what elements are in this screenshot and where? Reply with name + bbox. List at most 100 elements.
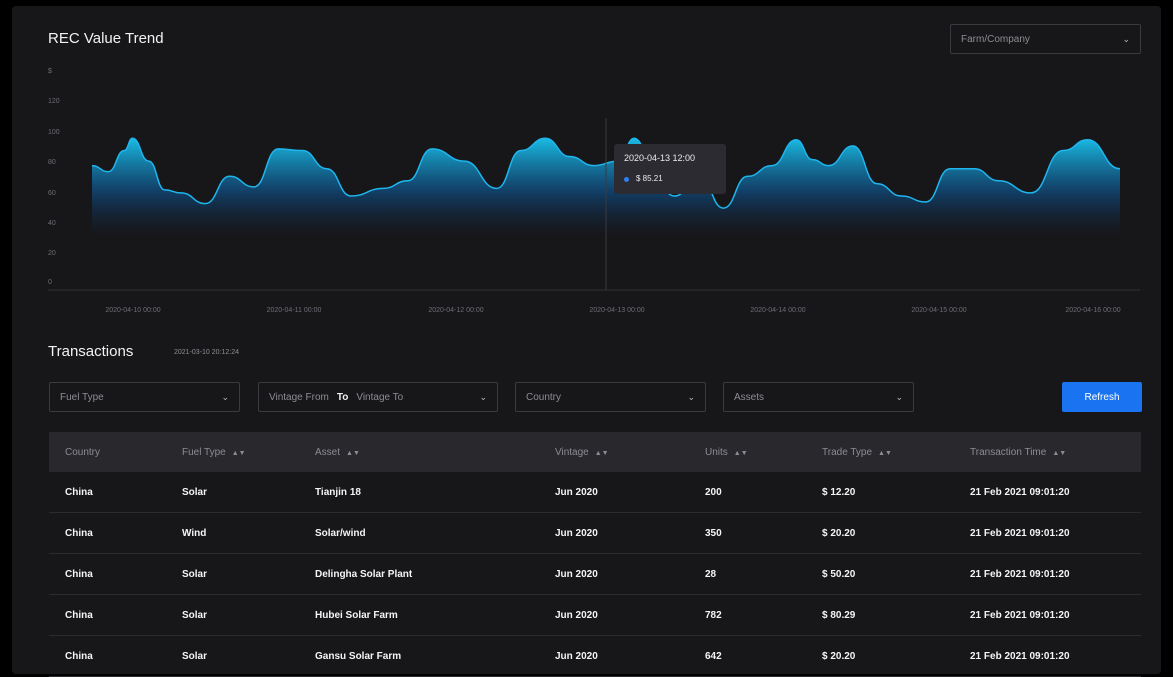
table-cell: $ 20.20: [822, 527, 856, 539]
table-row[interactable]: China Solar Hubei Solar Farm Jun 2020 782 $ 8…: [49, 595, 1141, 636]
table-header: Country Fuel Type ▲▼ Asset ▲▼ Vintage ▲▼ Un…: [49, 432, 1141, 472]
table-cell: 21 Feb 2021 09:01:20: [970, 527, 1070, 539]
column-header-vintage[interactable]: Vintage ▲▼: [555, 447, 705, 458]
assets-select-value: Assets: [734, 391, 765, 403]
x-tick-label: 2020-04-15 00:00: [911, 307, 966, 314]
table-body: China Solar Tianjin 18 Jun 2020 200 $ 12.20 21…: [49, 472, 1141, 677]
table-cell: China: [65, 486, 93, 498]
x-tick-label: 2020-04-12 00:00: [428, 307, 483, 314]
y-tick-label: 20: [48, 250, 56, 257]
table-cell: Jun 2020: [555, 486, 598, 498]
vintage-to-label: To: [336, 391, 349, 403]
column-header-country[interactable]: Country: [49, 447, 182, 458]
table-cell: China: [65, 609, 93, 621]
table-row[interactable]: China Solar Tianjin 18 Jun 2020 200 $ 12.20 21…: [49, 472, 1141, 513]
column-header-label: Fuel Type: [182, 446, 226, 458]
table-cell: Jun 2020: [555, 609, 598, 621]
column-header-label: Units: [705, 446, 728, 458]
table-cell: Jun 2020: [555, 650, 598, 662]
table-cell: $ 50.20: [822, 568, 856, 580]
x-tick-label: 2020-04-14 00:00: [750, 307, 805, 314]
table-cell: Hubei Solar Farm: [315, 609, 398, 621]
chevron-down-icon: ⌄: [687, 391, 695, 402]
x-tick-label: 2020-04-11 00:00: [267, 307, 322, 314]
transactions-title: Transactions: [48, 343, 134, 360]
table-cell: 21 Feb 2021 09:01:20: [970, 486, 1070, 498]
y-tick-label: 80: [48, 159, 56, 166]
table-cell: $ 20.20: [822, 650, 856, 662]
vintage-range-select[interactable]: Vintage From To Vintage To ⌄: [258, 382, 498, 412]
chart-tooltip: 2020-04-13 12:00 $ 85.21: [614, 144, 726, 194]
vintage-from-select[interactable]: Vintage From: [269, 392, 329, 403]
table-cell: China: [65, 650, 93, 662]
transactions-table: Country Fuel Type ▲▼ Asset ▲▼ Vintage ▲▼ Un…: [49, 432, 1141, 677]
table-cell: 200: [705, 486, 722, 498]
transactions-timestamp: 2021-03-10 20:12:24: [174, 349, 239, 356]
column-header-label: Country: [65, 446, 101, 458]
tooltip-value: $ 85.21: [636, 174, 663, 183]
table-cell: Gansu Solar Farm: [315, 650, 402, 662]
table-cell: $ 80.29: [822, 609, 856, 621]
y-tick-label: 40: [48, 220, 56, 227]
column-header-transaction-time[interactable]: Transaction Time ▲▼: [970, 447, 1141, 458]
table-row[interactable]: China Solar Gansu Solar Farm Jun 2020 642 $ 2…: [49, 636, 1141, 677]
tooltip-series-dot: [624, 177, 629, 182]
sort-icon[interactable]: ▲▼: [232, 450, 246, 457]
table-cell: Jun 2020: [555, 568, 598, 580]
refresh-button[interactable]: Refresh: [1062, 382, 1142, 412]
tooltip-time: 2020-04-13 12:00: [624, 153, 696, 163]
table-cell: Solar: [182, 486, 208, 498]
column-header-asset[interactable]: Asset ▲▼: [315, 447, 555, 458]
assets-select[interactable]: Assets ⌄: [723, 382, 914, 412]
country-select-value: Country: [526, 391, 562, 403]
table-cell: 782: [705, 609, 722, 621]
column-header-label: Asset: [315, 446, 341, 458]
column-header-fuel-type[interactable]: Fuel Type ▲▼: [182, 447, 315, 458]
column-header-label: Trade Type: [822, 446, 873, 458]
table-row[interactable]: China Solar Delingha Solar Plant Jun 2020 28…: [49, 554, 1141, 595]
table-cell: China: [65, 568, 93, 580]
vintage-to-select[interactable]: Vintage To: [356, 392, 403, 403]
table-row[interactable]: China Wind Solar/wind Jun 2020 350 $ 20.20 21 …: [49, 513, 1141, 554]
sort-icon[interactable]: ▲▼: [1052, 450, 1066, 457]
table-cell: Solar/wind: [315, 527, 366, 539]
y-tick-label: $: [48, 68, 52, 75]
table-cell: China: [65, 527, 93, 539]
table-cell: $ 12.20: [822, 486, 856, 498]
table-cell: Solar: [182, 609, 208, 621]
table-cell: Solar: [182, 568, 208, 580]
chevron-down-icon: ⌄: [479, 391, 487, 402]
sort-icon[interactable]: ▲▼: [878, 450, 892, 457]
sort-icon[interactable]: ▲▼: [346, 450, 360, 457]
table-cell: Tianjin 18: [315, 486, 361, 498]
chevron-down-icon: ⌄: [221, 391, 229, 402]
table-cell: Wind: [182, 527, 207, 539]
table-cell: 642: [705, 650, 722, 662]
table-cell: 21 Feb 2021 09:01:20: [970, 568, 1070, 580]
y-tick-label: 60: [48, 190, 56, 197]
column-header-units[interactable]: Units ▲▼: [705, 447, 822, 458]
table-cell: Jun 2020: [555, 527, 598, 539]
column-header-label: Vintage: [555, 446, 589, 458]
table-cell: 21 Feb 2021 09:01:20: [970, 609, 1070, 621]
x-tick-label: 2020-04-16 00:00: [1065, 307, 1120, 314]
rec-value-chart[interactable]: $120 100 80 60 40 20 0 2020-04-10 00:00 2020-04…: [0, 0, 1173, 330]
table-cell: 350: [705, 527, 722, 539]
y-tick-label: 0: [48, 279, 52, 286]
column-header-label: Transaction Time: [970, 446, 1047, 458]
chevron-down-icon: ⌄: [895, 391, 903, 402]
column-header-trade-type[interactable]: Trade Type ▲▼: [822, 447, 970, 458]
table-cell: 21 Feb 2021 09:01:20: [970, 650, 1070, 662]
sort-icon[interactable]: ▲▼: [595, 450, 609, 457]
table-cell: Delingha Solar Plant: [315, 568, 413, 580]
country-select[interactable]: Country ⌄: [515, 382, 706, 412]
x-tick-label: 2020-04-13 00:00: [589, 307, 644, 314]
x-tick-label: 2020-04-10 00:00: [105, 307, 160, 314]
sort-icon[interactable]: ▲▼: [734, 450, 748, 457]
y-tick-label: 120: [48, 98, 60, 105]
y-tick-label: 100: [48, 129, 60, 136]
table-cell: Solar: [182, 650, 208, 662]
fuel-type-select-value: Fuel Type: [60, 391, 104, 403]
fuel-type-select[interactable]: Fuel Type ⌄: [49, 382, 240, 412]
table-cell: 28: [705, 568, 717, 580]
